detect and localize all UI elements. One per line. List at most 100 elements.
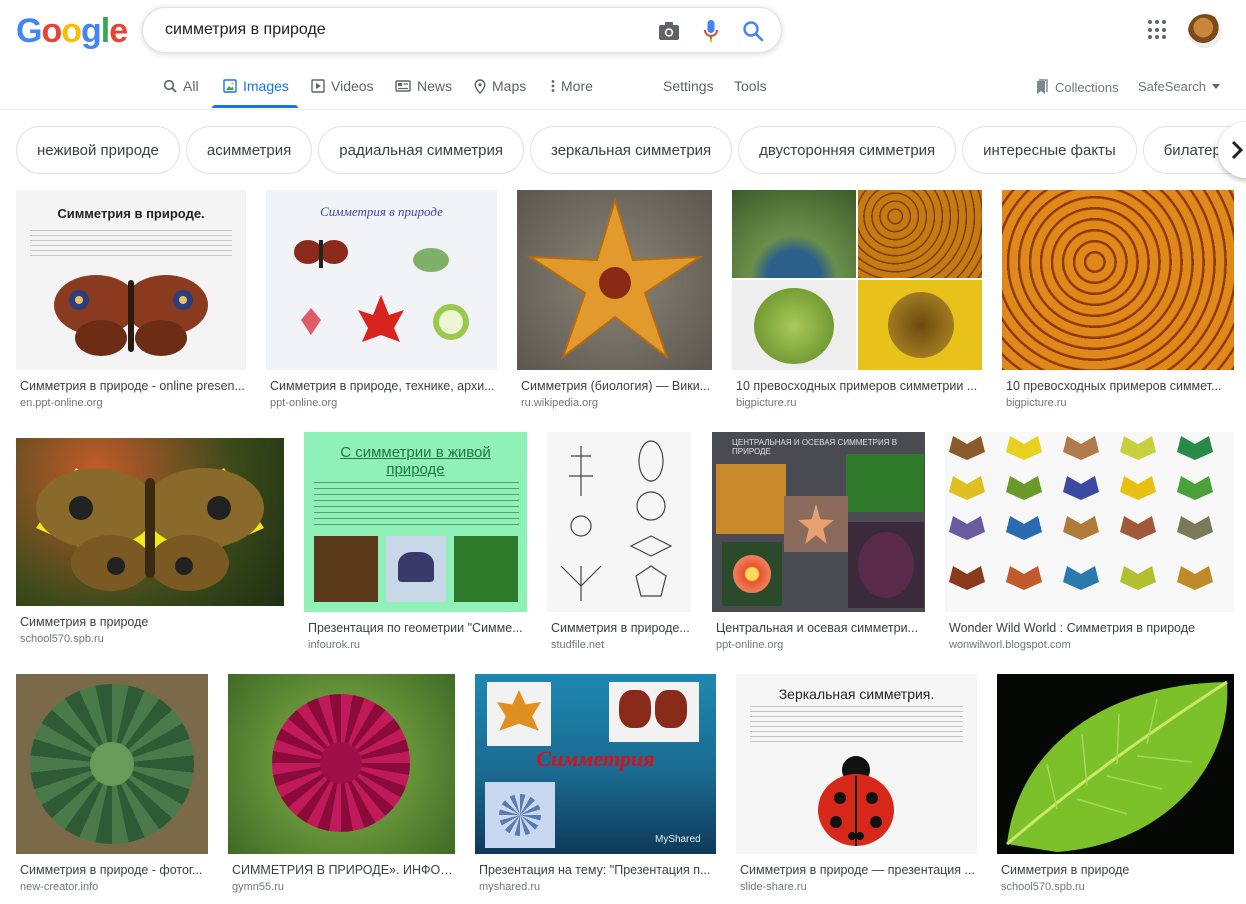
chip[interactable]: радиальная симметрия [318, 126, 524, 174]
more-vert-icon [551, 80, 555, 92]
tab-more[interactable]: More [551, 78, 593, 94]
result-caption[interactable]: Wonder Wild World : Симметрия в природе [945, 621, 1234, 635]
chip[interactable]: неживой природе [16, 126, 180, 174]
result-caption[interactable]: Симметрия (биология) — Вики... [517, 379, 712, 393]
image-result[interactable]: С симметрии в живой природе Презентация … [304, 432, 527, 651]
image-result[interactable]: Симметрия в природе. Симметрия в природе… [16, 190, 246, 409]
result-source[interactable]: school570.spb.ru [16, 633, 284, 645]
result-caption[interactable]: Симметрия в природе — презентация ... [736, 863, 977, 877]
result-thumbnail[interactable]: Симметрия MyShared [475, 674, 716, 854]
result-source[interactable]: en.ppt-online.org [16, 397, 246, 409]
microphone-icon[interactable] [699, 19, 723, 43]
result-source[interactable]: ru.wikipedia.org [517, 397, 712, 409]
image-result[interactable]: Симметрия в природе Симметрия в природе,… [266, 190, 497, 409]
result-source[interactable]: bigpicture.ru [1002, 397, 1234, 409]
google-logo[interactable]: Google [16, 12, 128, 51]
tab-label: Settings [663, 78, 714, 94]
safesearch-button[interactable]: SafeSearch [1138, 79, 1220, 94]
result-thumbnail[interactable] [16, 438, 284, 606]
image-result[interactable]: Симметрия MyShared Презентация на тему: … [475, 674, 716, 893]
tab-settings[interactable]: Settings [663, 78, 714, 94]
result-thumbnail[interactable]: Симметрия в природе. [16, 190, 246, 370]
result-source[interactable]: school570.spb.ru [997, 881, 1234, 893]
map-pin-icon [474, 78, 486, 94]
tab-tools[interactable]: Tools [734, 78, 767, 94]
logo-letter: G [16, 12, 42, 50]
result-source[interactable]: ppt-online.org [712, 639, 925, 651]
image-result[interactable]: 10 превосходных примеров симметрии ... b… [732, 190, 982, 409]
result-source[interactable]: new-creator.info [16, 881, 208, 893]
apps-grid-icon[interactable] [1148, 20, 1168, 40]
image-result[interactable]: Симметрия (биология) — Вики... ru.wikipe… [517, 190, 712, 409]
result-source[interactable]: studfile.net [547, 639, 691, 651]
tab-label: Videos [331, 78, 374, 94]
image-result[interactable]: Wonder Wild World : Симметрия в природе … [945, 432, 1234, 651]
result-thumbnail[interactable] [16, 674, 208, 854]
tab-news[interactable]: News [395, 78, 452, 94]
tab-all[interactable]: All [163, 78, 199, 94]
result-thumbnail[interactable] [997, 674, 1234, 854]
image-result[interactable]: 10 превосходных примеров симмет... bigpi… [1002, 190, 1234, 409]
image-result[interactable]: СИММЕТРИЯ В ПРИРОДЕ». ИНФОР... gymn55.ru [228, 674, 455, 893]
result-thumbnail[interactable] [228, 674, 455, 854]
result-thumbnail[interactable] [547, 432, 691, 612]
result-thumbnail[interactable]: ЦЕНТРАЛЬНАЯ И ОСЕВАЯ СИММЕТРИЯ В ПРИРОДЕ [712, 432, 925, 612]
tab-videos[interactable]: Videos [311, 78, 374, 94]
result-caption[interactable]: Презентация по геометрии "Симме... [304, 621, 527, 635]
safesearch-label: SafeSearch [1138, 79, 1206, 94]
logo-letter: g [81, 12, 102, 50]
image-result[interactable]: Симметрия в природе - фотог... new-creat… [16, 674, 208, 893]
logo-letter: o [41, 12, 62, 50]
result-source[interactable]: slide-share.ru [736, 881, 977, 893]
caret-down-icon [1211, 84, 1220, 89]
camera-icon[interactable] [657, 19, 681, 43]
result-source[interactable]: wonwilworl.blogspot.com [945, 639, 1234, 651]
tab-label: Maps [492, 78, 527, 94]
result-caption[interactable]: Симметрия в природе... [547, 621, 691, 635]
image-result[interactable]: Симметрия в природе school570.spb.ru [997, 674, 1234, 893]
search-input[interactable] [165, 21, 645, 39]
avatar[interactable] [1188, 14, 1222, 48]
result-source[interactable]: bigpicture.ru [732, 397, 982, 409]
result-caption[interactable]: 10 превосходных примеров симмет... [1002, 379, 1234, 393]
result-thumbnail[interactable] [517, 190, 712, 370]
collections-button[interactable]: Collections [1035, 79, 1119, 95]
result-source[interactable]: gymn55.ru [228, 881, 455, 893]
result-thumbnail[interactable] [945, 432, 1234, 612]
result-caption[interactable]: Центральная и осевая симметри... [712, 621, 925, 635]
bookmark-icon [1037, 79, 1048, 94]
result-source[interactable]: infourok.ru [304, 639, 527, 651]
image-result[interactable]: ЦЕНТРАЛЬНАЯ И ОСЕВАЯ СИММЕТРИЯ В ПРИРОДЕ… [712, 432, 925, 651]
result-caption[interactable]: Симметрия в природе - фотог... [16, 863, 208, 877]
chip[interactable]: зеркальная симметрия [529, 126, 733, 174]
chip[interactable]: асимметрия [185, 126, 313, 174]
result-thumbnail[interactable] [732, 190, 982, 370]
chip[interactable]: двусторонняя симметрия [738, 126, 957, 174]
result-thumbnail[interactable]: Зеркальная симметрия. [736, 674, 977, 854]
result-caption[interactable]: СИММЕТРИЯ В ПРИРОДЕ». ИНФОР... [228, 863, 455, 877]
result-caption[interactable]: 10 превосходных примеров симметрии ... [732, 379, 982, 393]
thumb-title: Симметрия в природе [320, 204, 443, 219]
result-caption[interactable]: Симметрия в природе [997, 863, 1234, 877]
news-icon [395, 80, 411, 92]
tab-images[interactable]: Images [223, 78, 289, 94]
result-caption[interactable]: Симметрия в природе, технике, архи... [266, 379, 497, 393]
video-icon [311, 79, 325, 93]
result-caption[interactable]: Симметрия в природе [16, 615, 284, 629]
result-thumbnail[interactable]: Симметрия в природе [266, 190, 497, 370]
result-thumbnail[interactable] [1002, 190, 1234, 370]
search-icon[interactable] [741, 19, 765, 43]
image-result[interactable]: Зеркальная симметрия. Симметрия в природ… [736, 674, 977, 893]
result-source[interactable]: ppt-online.org [266, 397, 497, 409]
search-tabs: All Images Videos News Maps More Setting… [0, 70, 1246, 110]
result-thumbnail[interactable]: С симметрии в живой природе [304, 432, 527, 612]
result-source[interactable]: myshared.ru [475, 881, 716, 893]
result-caption[interactable]: Презентация на тему: "Презентация п... [475, 863, 716, 877]
image-result[interactable]: Симметрия в природе school570.spb.ru [16, 438, 284, 645]
chip[interactable]: интересные факты [962, 126, 1137, 174]
tab-label: Tools [734, 78, 767, 94]
tab-maps[interactable]: Maps [474, 78, 526, 94]
result-caption[interactable]: Симметрия в природе - online presen... [16, 379, 246, 393]
image-result[interactable]: Симметрия в природе... studfile.net [547, 432, 691, 651]
thumb-title: С симметрии в живой природе [340, 444, 491, 478]
